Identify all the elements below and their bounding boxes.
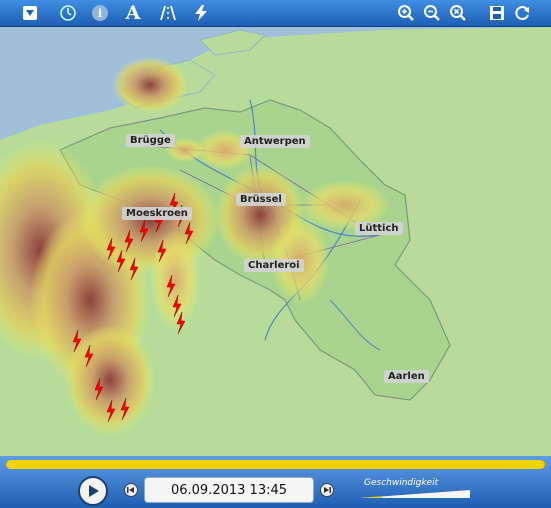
play-icon — [89, 485, 99, 497]
lightning-icon[interactable] — [191, 3, 211, 23]
zoom-in-icon[interactable] — [396, 3, 416, 23]
timeline-track[interactable] — [6, 460, 545, 469]
city-label-aarlen: Aarlen — [384, 370, 429, 383]
city-label-antwerpen: Antwerpen — [240, 135, 310, 148]
timeline-progress — [6, 460, 545, 469]
city-label-moeskroen: Moeskroen — [122, 207, 192, 220]
road-icon[interactable] — [158, 3, 178, 23]
zoom-reset-icon[interactable] — [448, 3, 468, 23]
map-toolbar: i A — [0, 0, 551, 27]
speed-label: Geschwindigkeit — [364, 478, 439, 488]
timestamp-display: 06.09.2013 13:45 — [144, 477, 314, 503]
play-button[interactable] — [78, 476, 108, 506]
city-label-luttich: Lüttich — [355, 222, 403, 235]
step-back-button[interactable] — [124, 483, 138, 497]
save-icon[interactable] — [487, 3, 507, 23]
map-graphic — [0, 27, 551, 456]
text-icon[interactable]: A — [122, 2, 144, 24]
zoom-out-icon[interactable] — [422, 3, 442, 23]
playback-bar: 06.09.2013 13:45 Geschwindigkeit — [0, 456, 551, 508]
skip-forward-icon — [324, 487, 331, 493]
speed-slider[interactable] — [360, 490, 470, 498]
refresh-icon[interactable] — [513, 3, 533, 23]
weather-map[interactable]: Brügge Antwerpen Brüssel Moeskroen Lütti… — [0, 27, 551, 456]
step-forward-button[interactable] — [320, 483, 334, 497]
info-icon[interactable]: i — [90, 3, 110, 23]
dropdown-icon[interactable] — [20, 3, 40, 23]
history-icon[interactable] — [58, 3, 78, 23]
skip-back-icon — [127, 487, 134, 493]
svg-text:i: i — [98, 7, 102, 20]
city-label-brugge: Brügge — [126, 134, 175, 147]
city-label-charleroi: Charleroi — [244, 259, 304, 272]
city-label-brussel: Brüssel — [236, 193, 286, 206]
